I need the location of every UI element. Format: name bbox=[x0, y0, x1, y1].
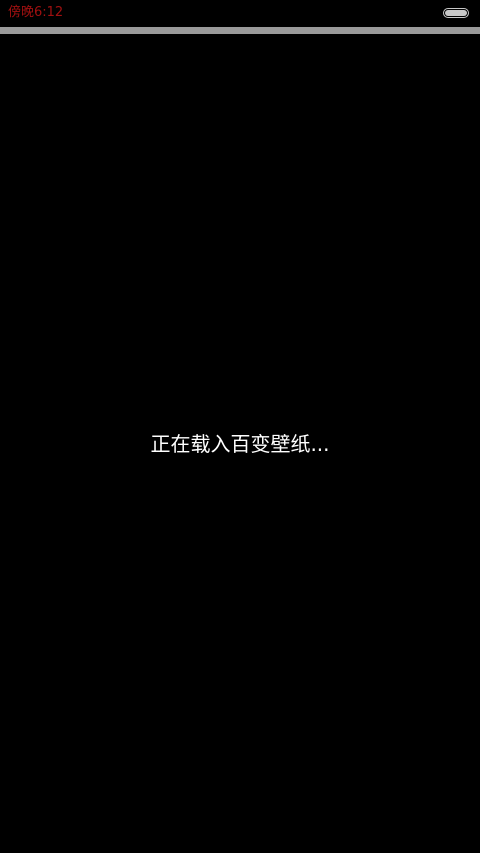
loading-message: 正在载入百变壁纸... bbox=[150, 432, 330, 456]
battery-level bbox=[445, 10, 467, 16]
title-bar bbox=[0, 27, 480, 34]
status-time: 傍晚6:12 bbox=[8, 5, 64, 20]
status-bar: 傍晚6:12 bbox=[0, 0, 480, 27]
battery-icon bbox=[443, 8, 469, 18]
screen: 傍晚6:12 正在载入百变壁纸... bbox=[0, 0, 480, 853]
